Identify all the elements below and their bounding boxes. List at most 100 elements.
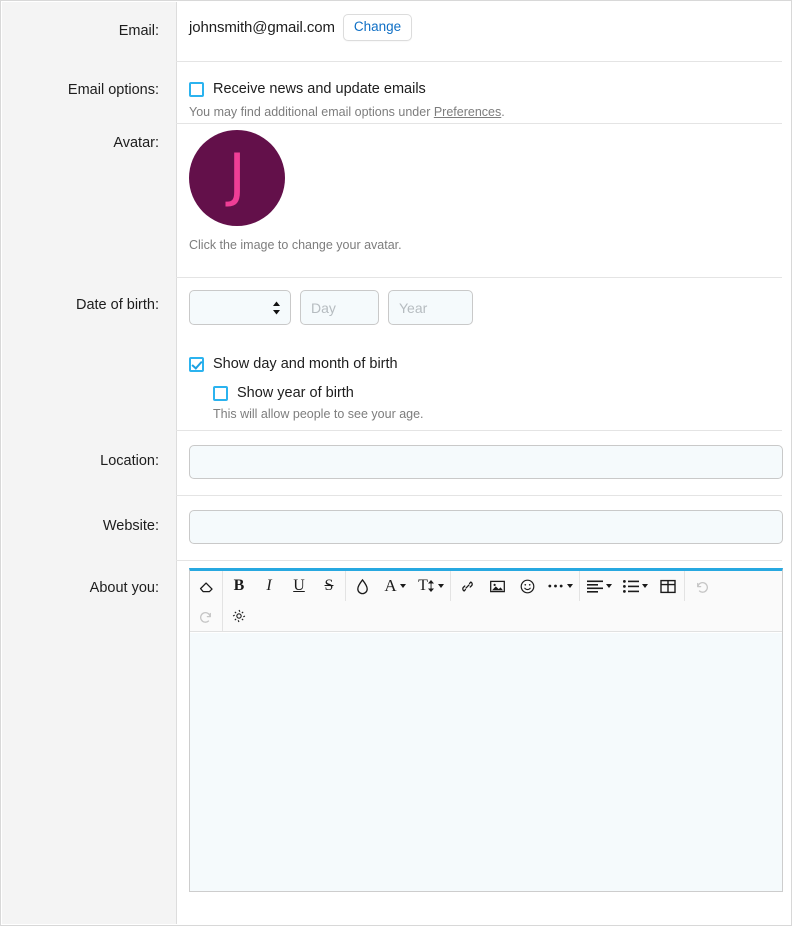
strikethrough-icon: S bbox=[324, 577, 334, 594]
more-options-button[interactable] bbox=[542, 572, 578, 600]
newsletter-checkbox[interactable] bbox=[189, 81, 204, 97]
font-size-button[interactable]: T bbox=[413, 572, 449, 600]
newsletter-checkbox-row[interactable]: Receive news and update emails bbox=[189, 81, 781, 97]
avatar-initial: J bbox=[228, 141, 246, 209]
undo-icon bbox=[693, 579, 710, 594]
show-year-label: Show year of birth bbox=[237, 385, 354, 401]
website-input[interactable] bbox=[189, 510, 783, 544]
show-day-month-checkbox-row[interactable]: Show day and month of birth bbox=[189, 356, 781, 372]
list-button[interactable] bbox=[617, 572, 653, 600]
underline-icon: U bbox=[293, 577, 305, 594]
newsletter-label: Receive news and update emails bbox=[213, 81, 426, 97]
divider bbox=[176, 61, 782, 62]
insert-emoji-button[interactable] bbox=[512, 572, 542, 600]
text-color-droplet-icon bbox=[355, 578, 370, 595]
email-label: Email: bbox=[118, 23, 159, 39]
insert-image-button[interactable] bbox=[482, 572, 512, 600]
eraser-icon bbox=[198, 578, 215, 595]
align-icon bbox=[586, 580, 603, 593]
italic-icon: I bbox=[266, 577, 272, 594]
editor-toolbar: BIUSAT bbox=[190, 571, 782, 632]
editor-toolbar-group: AT bbox=[346, 571, 451, 601]
date-of-birth-inputs bbox=[189, 290, 781, 325]
editor-toolbar-group bbox=[190, 601, 223, 631]
editor-toolbar-group: BIUS bbox=[223, 571, 346, 601]
website-field-cell bbox=[176, 496, 791, 544]
background-color-icon: A bbox=[384, 576, 397, 595]
show-year-checkbox-row[interactable]: Show year of birth bbox=[213, 385, 781, 401]
website-row: Website: bbox=[1, 496, 791, 561]
rich-text-editor: BIUSAT bbox=[189, 568, 783, 892]
redo-icon bbox=[198, 609, 215, 624]
location-field-cell bbox=[176, 431, 791, 479]
settings-form: Email: johnsmith@gmail.com Change Email … bbox=[1, 1, 791, 892]
date-of-birth-visibility-options: Show day and month of birth Show year of… bbox=[189, 356, 781, 421]
italic-button[interactable]: I bbox=[254, 572, 284, 600]
email-options-row: Email options: Receive news and update e… bbox=[1, 62, 791, 124]
location-input[interactable] bbox=[189, 445, 783, 479]
about-you-label: About you: bbox=[89, 580, 159, 596]
email-options-hint-suffix: . bbox=[501, 105, 505, 119]
about-you-editor-body[interactable] bbox=[190, 632, 782, 891]
divider bbox=[176, 277, 782, 278]
bold-icon: B bbox=[233, 577, 245, 594]
table-icon bbox=[660, 579, 676, 594]
show-year-checkbox[interactable] bbox=[213, 385, 228, 401]
bold-button[interactable]: B bbox=[224, 572, 254, 600]
chevron-down-icon bbox=[605, 584, 612, 588]
email-value: johnsmith@gmail.com bbox=[189, 18, 335, 36]
underline-button[interactable]: U bbox=[284, 572, 314, 600]
emoji-icon bbox=[519, 578, 536, 595]
about-you-field-cell: BIUSAT bbox=[176, 561, 791, 892]
avatar-row: Avatar: J Click the image to change your… bbox=[1, 124, 791, 278]
email-field-cell: johnsmith@gmail.com Change bbox=[176, 1, 791, 41]
avatar-field-cell: J Click the image to change your avatar. bbox=[176, 124, 791, 252]
insert-table-button[interactable] bbox=[653, 572, 683, 600]
editor-toolbar-row-2 bbox=[190, 601, 782, 631]
preferences-link[interactable]: Preferences bbox=[434, 105, 501, 119]
change-email-button[interactable]: Change bbox=[342, 14, 413, 41]
birth-day-input[interactable] bbox=[300, 290, 379, 325]
birth-year-input[interactable] bbox=[388, 290, 473, 325]
background-color-button[interactable]: A bbox=[377, 572, 413, 600]
chevron-down-icon bbox=[641, 584, 648, 588]
text-color-button[interactable] bbox=[347, 572, 377, 600]
email-options-field-cell: Receive news and update emails You may f… bbox=[176, 62, 791, 119]
avatar[interactable]: J bbox=[189, 130, 285, 226]
show-day-month-checkbox[interactable] bbox=[189, 356, 204, 372]
chevron-updown-icon bbox=[272, 300, 281, 315]
divider bbox=[176, 495, 782, 496]
date-of-birth-field-cell: Show day and month of birth Show year of… bbox=[176, 278, 791, 421]
link-icon bbox=[459, 578, 476, 595]
more-options-icon bbox=[547, 582, 564, 590]
editor-toolbar-row-1: BIUSAT bbox=[190, 571, 782, 601]
location-row: Location: bbox=[1, 431, 791, 496]
font-size-icon: T bbox=[418, 577, 435, 595]
avatar-label: Avatar: bbox=[113, 135, 159, 151]
divider bbox=[176, 123, 782, 124]
date-of-birth-label: Date of birth: bbox=[75, 297, 159, 313]
align-button[interactable] bbox=[581, 572, 617, 600]
website-label: Website: bbox=[102, 518, 159, 534]
editor-toolbar-group bbox=[580, 571, 685, 601]
show-day-month-label: Show day and month of birth bbox=[213, 356, 398, 372]
editor-toolbar-group bbox=[685, 571, 717, 601]
image-icon bbox=[489, 579, 506, 594]
profile-settings-page: Email: johnsmith@gmail.com Change Email … bbox=[0, 0, 792, 926]
editor-settings-button[interactable] bbox=[224, 602, 254, 630]
date-of-birth-row: Date of birth: Day Year Show day and mon… bbox=[1, 278, 791, 431]
show-year-hint: This will allow people to see your age. bbox=[213, 407, 424, 421]
email-field-wrap: johnsmith@gmail.com Change bbox=[189, 1, 781, 41]
editor-toolbar-group bbox=[451, 571, 580, 601]
birth-month-select[interactable] bbox=[189, 290, 291, 325]
chevron-down-icon bbox=[437, 584, 444, 588]
clear-formatting-button[interactable] bbox=[191, 572, 221, 600]
insert-link-button[interactable] bbox=[452, 572, 482, 600]
redo-button bbox=[191, 602, 221, 630]
chevron-down-icon bbox=[567, 584, 573, 588]
email-options-hint: You may find additional email options un… bbox=[189, 105, 781, 119]
email-options-label: Email options: bbox=[67, 82, 159, 98]
chevron-down-icon bbox=[399, 584, 406, 588]
strikethrough-button[interactable]: S bbox=[314, 572, 344, 600]
location-label: Location: bbox=[100, 453, 159, 469]
